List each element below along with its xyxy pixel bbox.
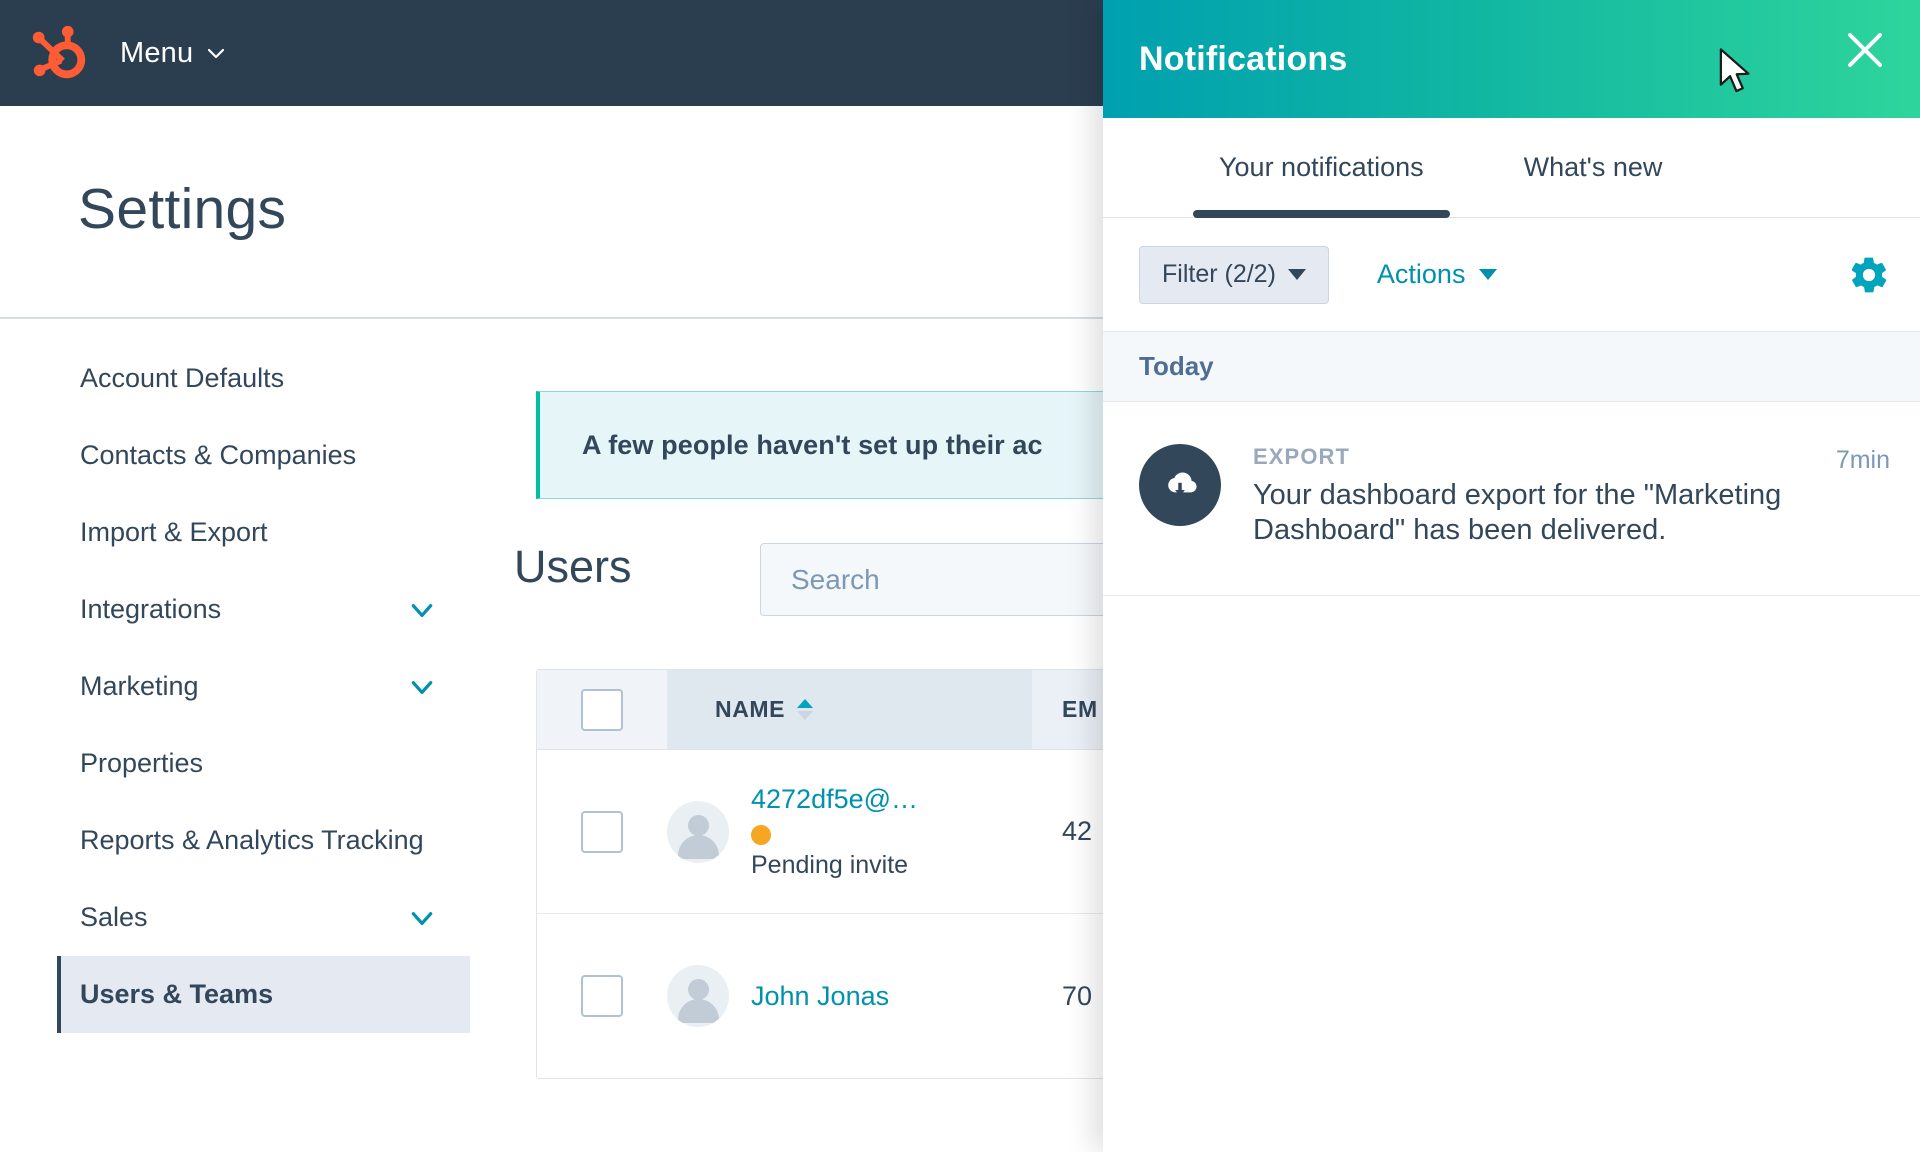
sidebar-item-properties[interactable]: Properties <box>0 725 470 802</box>
actions-label: Actions <box>1376 259 1466 289</box>
gear-icon[interactable] <box>1848 254 1890 296</box>
filter-button[interactable]: Filter (2/2) <box>1139 245 1329 304</box>
notification-group-label: Today <box>1139 351 1214 381</box>
sidebar-item-label: Contacts & Companies <box>80 440 357 470</box>
sidebar-item-label: Account Defaults <box>80 363 285 393</box>
search-placeholder: Search <box>791 563 880 595</box>
hubspot-sprocket-logo[interactable] <box>28 22 90 84</box>
user-avatar-icon <box>667 800 729 863</box>
status-badge <box>751 824 771 845</box>
caret-down-icon <box>1287 269 1306 280</box>
user-avatar-icon <box>667 965 729 1027</box>
page-title: Settings <box>78 177 287 241</box>
chevron-down-icon <box>208 48 225 59</box>
row-select-cell <box>537 750 667 913</box>
notifications-panel-header: Notifications <box>1103 0 1920 118</box>
settings-sidebar: Account Defaults Contacts & Companies Im… <box>0 340 470 1033</box>
notifications-tabs: Your notifications What's new <box>1103 118 1920 218</box>
row-select-cell <box>537 914 667 1078</box>
sidebar-item-import-export[interactable]: Import & Export <box>0 494 470 571</box>
avatar-head <box>687 814 709 836</box>
notifications-title: Notifications <box>1139 39 1348 78</box>
tab-your-notifications[interactable]: Your notifications <box>1193 118 1450 218</box>
chevron-down-icon[interactable] <box>409 674 435 700</box>
row-checkbox[interactable] <box>581 810 623 853</box>
sidebar-item-account-defaults[interactable]: Account Defaults <box>0 340 470 417</box>
avatar-body <box>677 999 719 1023</box>
menu-label: Menu <box>120 36 194 69</box>
notifications-panel: Notifications Your notifications What's … <box>1103 0 1920 1152</box>
sidebar-item-label: Import & Export <box>80 517 268 547</box>
notification-kicker: EXPORT <box>1253 444 1351 469</box>
user-name-stack: 4272df5e@… Pending invite <box>751 784 918 880</box>
notification-group-header: Today <box>1103 332 1920 402</box>
menu-button[interactable]: Menu <box>120 37 226 70</box>
select-all-checkbox[interactable] <box>581 688 623 731</box>
app-root: Menu Settings Account Defaults Contacts … <box>0 0 1920 1152</box>
user-name-cell: John Jonas <box>667 914 1032 1078</box>
filter-button-label: Filter (2/2) <box>1162 260 1276 288</box>
sidebar-item-label: Integrations <box>80 594 222 624</box>
user-status-text: Pending invite <box>751 850 909 879</box>
avatar-head <box>687 979 709 1000</box>
notifications-toolbar: Filter (2/2) Actions <box>1103 218 1920 332</box>
sidebar-item-sales[interactable]: Sales <box>0 879 470 956</box>
tab-label: Your notifications <box>1219 152 1424 182</box>
column-header-label: EM <box>1062 696 1098 722</box>
sidebar-item-label: Sales <box>80 902 148 932</box>
sidebar-item-label: Marketing <box>80 671 199 701</box>
select-all-cell <box>537 670 667 749</box>
user-name-cell: 4272df5e@… Pending invite <box>667 750 1032 913</box>
notification-item[interactable]: EXPORT Your dashboard export for the "Ma… <box>1103 402 1920 596</box>
sidebar-item-integrations[interactable]: Integrations <box>0 571 470 648</box>
sidebar-item-label: Users & Teams <box>80 979 274 1009</box>
avatar-body <box>677 834 719 859</box>
chevron-down-icon[interactable] <box>409 597 435 623</box>
tab-whats-new[interactable]: What's new <box>1498 118 1689 218</box>
user-name-link[interactable]: 4272df5e@… <box>751 784 918 815</box>
sort-arrows-icon[interactable] <box>797 699 814 720</box>
caret-down-icon <box>1479 269 1498 280</box>
close-icon[interactable] <box>1842 27 1888 73</box>
sidebar-item-label: Properties <box>80 748 204 778</box>
user-email-text: 42 <box>1062 816 1093 846</box>
sidebar-item-label: Reports & Analytics Tracking <box>80 825 424 855</box>
notification-body: EXPORT Your dashboard export for the "Ma… <box>1253 444 1820 549</box>
row-checkbox[interactable] <box>581 975 623 1017</box>
alert-banner-text: A few people haven't set up their ac <box>582 429 1043 460</box>
sort-desc-icon <box>797 711 814 720</box>
notification-timestamp: 7min <box>1835 446 1890 474</box>
sidebar-item-marketing[interactable]: Marketing <box>0 648 470 725</box>
sidebar-item-reports-analytics-tracking[interactable]: Reports & Analytics Tracking <box>0 802 470 879</box>
sidebar-item-contacts-companies[interactable]: Contacts & Companies <box>0 417 470 494</box>
sidebar-item-users-teams[interactable]: Users & Teams <box>57 956 470 1033</box>
actions-dropdown[interactable]: Actions <box>1377 259 1498 290</box>
cloud-download-icon <box>1139 444 1221 526</box>
column-header-label: NAME <box>715 696 786 722</box>
chevron-down-icon[interactable] <box>409 905 435 931</box>
sort-asc-icon <box>797 699 814 708</box>
users-title: Users <box>514 541 632 592</box>
cloud-download-glyph <box>1168 472 1197 497</box>
user-name-link[interactable]: John Jonas <box>751 981 889 1012</box>
column-header-name[interactable]: NAME <box>667 670 1032 749</box>
notification-message: Your dashboard export for the "Marketing… <box>1253 479 1782 547</box>
user-name-stack: John Jonas <box>751 981 889 1012</box>
user-email-text: 70 <box>1062 980 1093 1011</box>
tab-label: What's new <box>1523 152 1663 182</box>
